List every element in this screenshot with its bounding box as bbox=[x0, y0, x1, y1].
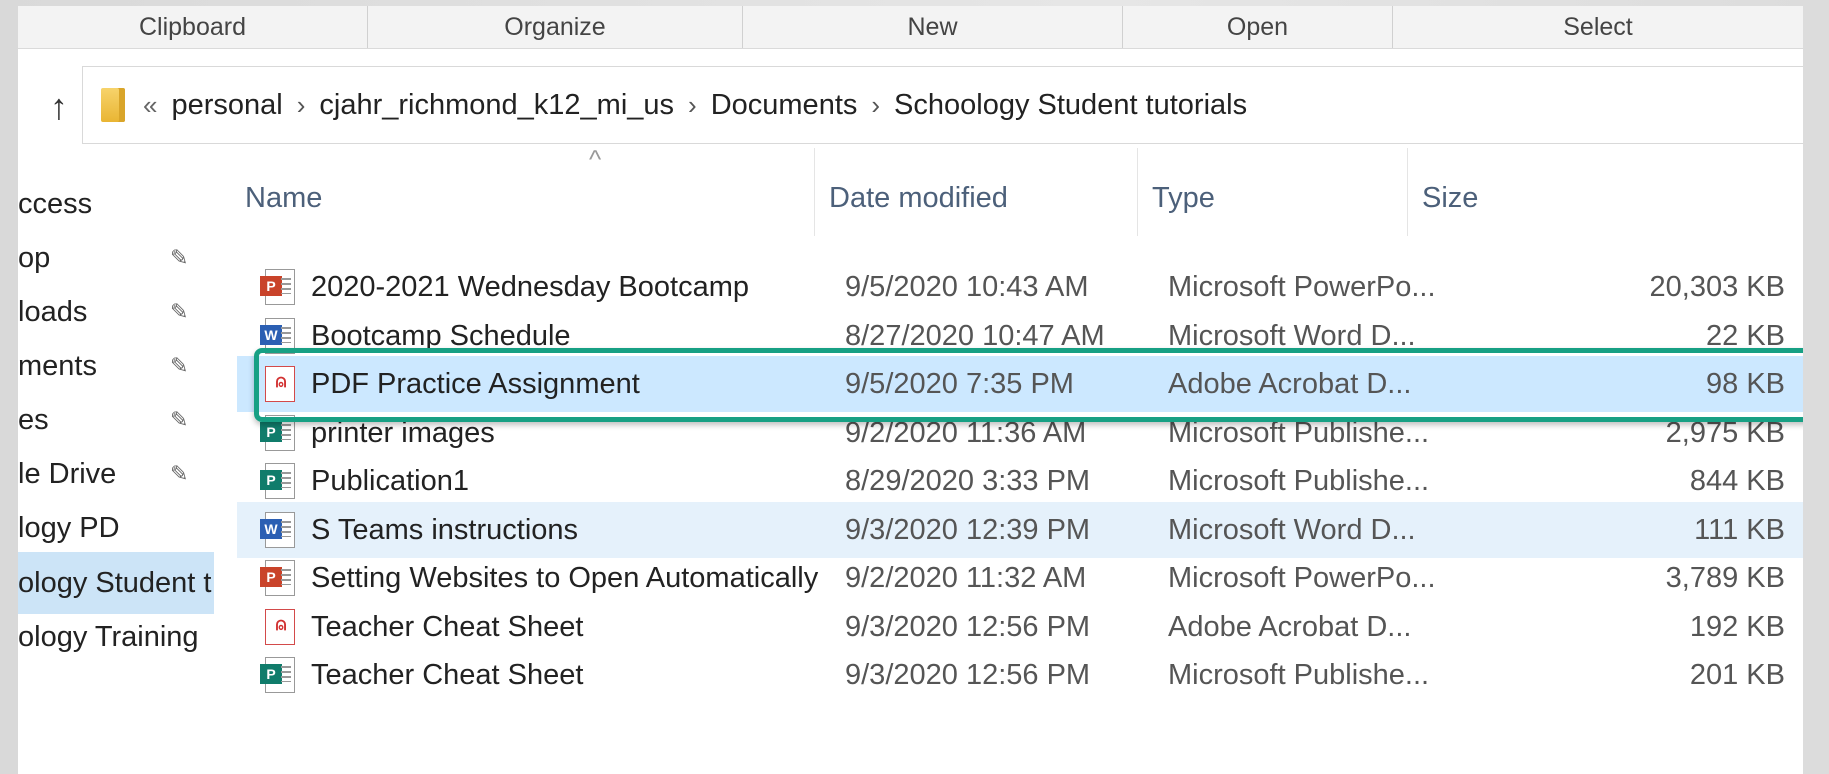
nav-item-label: ccess bbox=[18, 188, 93, 220]
file-type: Microsoft Publishe... bbox=[1168, 659, 1430, 691]
file-type-badge: W bbox=[260, 324, 282, 345]
ribbon-group-clipboard[interactable]: Clipboard bbox=[18, 6, 368, 48]
ribbon-group-bar: Clipboard Organize New Open Select bbox=[18, 6, 1803, 49]
ribbon-group-new[interactable]: New bbox=[743, 6, 1123, 48]
file-name: Teacher Cheat Sheet bbox=[311, 659, 584, 691]
file-lines-decoration bbox=[281, 569, 291, 585]
pin-icon: ✎ bbox=[170, 353, 189, 378]
breadcrumb-documents[interactable]: Documents bbox=[711, 89, 858, 122]
nav-item-schoology-training[interactable]: ology Training bbox=[18, 606, 214, 668]
pdf-icon: ⍝ bbox=[265, 608, 295, 645]
file-size: 201 KB bbox=[1689, 659, 1785, 691]
nav-item-label: ments bbox=[18, 350, 97, 382]
ppt-icon: P bbox=[260, 560, 295, 596]
nav-item-label: ology Training bbox=[18, 621, 199, 653]
breadcrumb-chevron-icon[interactable]: › bbox=[871, 90, 880, 121]
file-lines-decoration bbox=[281, 666, 291, 682]
file-type-badge: ⍝ bbox=[275, 613, 287, 634]
nav-item-pictures[interactable]: es ✎ bbox=[18, 389, 214, 451]
file-row[interactable]: P Teacher Cheat Sheet 9/3/2020 12:56 PM Mic… bbox=[237, 647, 1803, 703]
address-bar[interactable]: « personal › cjahr_richmond_k12_mi_us › … bbox=[82, 66, 1803, 144]
ribbon-group-select[interactable]: Select bbox=[1393, 6, 1803, 48]
pin-icon: ✎ bbox=[170, 245, 189, 270]
address-row: ↑ « personal › cjahr_richmond_k12_mi_us … bbox=[18, 66, 1803, 148]
file-lines-decoration bbox=[281, 472, 291, 488]
ribbon-group-open[interactable]: Open bbox=[1123, 6, 1393, 48]
file-lines-decoration bbox=[281, 423, 291, 440]
breadcrumb-current-folder[interactable]: Schoology Student tutorials bbox=[894, 89, 1247, 122]
publisher-icon: P bbox=[260, 657, 295, 693]
nav-item-label: es bbox=[18, 404, 49, 436]
nav-item-schoology-student-tutorials[interactable]: ology Student t bbox=[18, 552, 214, 614]
file-type-badge: W bbox=[260, 518, 282, 539]
nav-item-label: logy PD bbox=[18, 512, 120, 544]
word-icon: W bbox=[260, 511, 295, 548]
navigation-pane: ccess op ✎ loads ✎ ments ✎ es ✎ le Drive ✎ lo… bbox=[18, 148, 214, 774]
file-type-badge: P bbox=[260, 276, 282, 296]
nav-item-label: le Drive bbox=[18, 458, 117, 490]
file-lines-decoration bbox=[281, 520, 291, 537]
ribbon-group-organize[interactable]: Organize bbox=[368, 6, 743, 48]
nav-item-downloads[interactable]: loads ✎ bbox=[18, 281, 214, 343]
file-type-badge: P bbox=[260, 567, 282, 587]
file-explorer-window: Clipboard Organize New Open Select ↑ « p… bbox=[18, 6, 1803, 774]
breadcrumb-overflow-icon[interactable]: « bbox=[143, 90, 157, 121]
selection-highlight-outline bbox=[254, 348, 1803, 422]
file-type-badge: P bbox=[260, 421, 282, 442]
nav-item-documents[interactable]: ments ✎ bbox=[18, 335, 214, 397]
breadcrumb-personal[interactable]: personal bbox=[171, 89, 282, 122]
nav-item-schoology-pd[interactable]: logy PD bbox=[18, 497, 214, 559]
breadcrumb-chevron-icon[interactable]: › bbox=[688, 90, 697, 121]
pin-icon: ✎ bbox=[170, 299, 189, 324]
breadcrumb-chevron-icon[interactable]: › bbox=[297, 90, 306, 121]
folder-icon bbox=[101, 88, 125, 122]
pin-icon: ✎ bbox=[170, 461, 189, 486]
column-header-size[interactable]: Size bbox=[1408, 148, 1803, 236]
breadcrumb-user[interactable]: cjahr_richmond_k12_mi_us bbox=[319, 89, 674, 122]
ppt-icon: P bbox=[260, 269, 295, 305]
nav-item-label: loads bbox=[18, 296, 88, 328]
file-list: ^ Name Date modified Type Size P 2020-202… bbox=[214, 144, 1803, 774]
nav-item-desktop[interactable]: op ✎ bbox=[18, 227, 214, 289]
column-header-date-modified[interactable]: Date modified bbox=[815, 148, 1138, 236]
column-header-name[interactable]: Name bbox=[237, 148, 815, 236]
file-lines-decoration bbox=[281, 326, 291, 343]
file-lines-decoration bbox=[281, 278, 291, 294]
file-type-badge: P bbox=[260, 664, 282, 684]
pin-icon: ✎ bbox=[170, 407, 189, 432]
nav-item-label: ology Student t bbox=[18, 567, 212, 599]
file-type-badge: P bbox=[260, 470, 282, 490]
nav-item-label: op bbox=[18, 242, 51, 274]
nav-item-quick-access[interactable]: ccess bbox=[18, 173, 214, 235]
nav-item-google-drive[interactable]: le Drive ✎ bbox=[18, 443, 214, 505]
column-header-type[interactable]: Type bbox=[1138, 148, 1408, 236]
file-date-modified: 9/3/2020 12:56 PM bbox=[845, 659, 1091, 691]
publisher-icon: P bbox=[260, 463, 295, 499]
